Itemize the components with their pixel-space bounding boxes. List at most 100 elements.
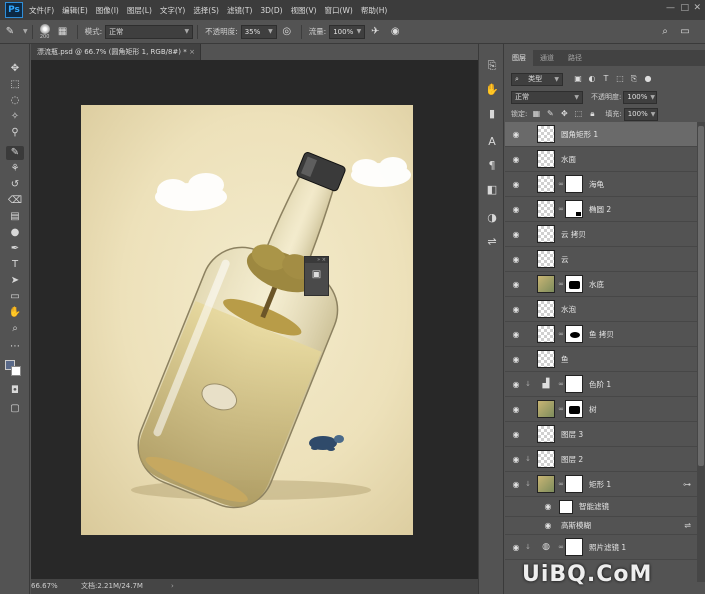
layer-mask-thumbnail[interactable] [565,200,583,218]
eye-icon[interactable]: ◉ [509,255,523,264]
layer-mask-thumbnail[interactable] [565,325,583,343]
background-color-swatch[interactable] [11,366,21,376]
document-tab[interactable]: 漂流瓶.psd @ 66.7% (圆角矩形 1, RGB/8#) * × [31,44,201,60]
tab-paths[interactable]: 路径 [561,50,589,66]
link-icon[interactable]: ∞ [557,480,565,488]
eye-icon[interactable]: ◉ [509,305,523,314]
zoom-tool-icon[interactable]: ⌕ [6,322,24,336]
history-icon[interactable]: ⎘ [484,58,500,74]
filter-shape-icon[interactable]: ⬚ [615,74,625,84]
eye-icon[interactable]: ◉ [509,380,523,389]
filter-mask-thumbnail[interactable] [559,499,573,514]
fill-field[interactable]: 100% ▼ [623,107,658,121]
layer-row[interactable]: ◉ ↓ ▟ ∞ 色阶 1 [505,372,697,397]
link-icon[interactable]: ∞ [557,280,565,288]
properties-icon[interactable]: ⇌ [484,234,500,250]
stamp-tool-icon[interactable]: ⚘ [6,162,24,176]
eye-icon[interactable]: ◉ [509,205,523,214]
brush-tool-icon[interactable]: ✎ [6,146,24,160]
filter-smart-icon[interactable]: ⎘ [629,74,639,84]
layer-mask-thumbnail[interactable] [565,475,583,493]
filter-type-icon[interactable]: T [601,74,611,84]
eye-icon[interactable]: ◉ [509,543,523,552]
lasso-tool-icon[interactable]: ◌ [6,94,24,108]
filter-toggle-icon[interactable]: ● [643,74,653,84]
link-icon[interactable]: ∞ [557,205,565,213]
eye-icon[interactable]: ◉ [509,180,523,189]
layer-comps-icon[interactable]: ◧ [484,182,500,198]
menu-filter[interactable]: 滤镜(T) [227,5,252,16]
brush-settings-icon[interactable]: ▮ [484,106,500,122]
marquee-tool-icon[interactable]: ⬚ [6,78,24,92]
dodge-tool-icon[interactable]: ● [6,226,24,240]
screen-mode-icon[interactable]: ▢ [6,402,24,416]
pressure-opacity-icon[interactable]: ◎ [280,25,294,39]
opacity-field[interactable]: 35% ▼ [240,24,277,39]
layer-row[interactable]: ◉ 高斯模糊 ⇌ [505,517,697,535]
airbrush-icon[interactable]: ✈ [368,25,382,39]
search-icon[interactable]: ⌕ [658,25,672,39]
eyedropper-icon[interactable]: ⚲ [6,126,24,140]
move-tool-icon[interactable]: ✥ [6,62,24,76]
tab-layers[interactable]: 图层 [505,50,533,66]
filter-adjustment-icon[interactable]: ◐ [587,74,597,84]
close-icon[interactable]: ✕ [693,3,701,13]
lock-position-icon[interactable]: ✥ [559,109,569,119]
quick-mask-icon[interactable]: ◘ [6,384,24,398]
brush-tool-icon[interactable]: ✎ [3,25,17,39]
menu-3d[interactable]: 3D(D) [260,6,282,15]
eye-icon[interactable]: ◉ [541,502,555,511]
link-icon[interactable]: ∞ [557,380,565,388]
filter-kind-select[interactable]: ⌕ 类型 ▼ [511,72,563,86]
layer-row[interactable]: ◉ 鱼 [505,347,697,372]
layer-mask-thumbnail[interactable] [565,275,583,293]
smart-object-icon[interactable]: ⊶ [683,480,691,489]
hand-tool-icon[interactable]: ✋ [6,306,24,320]
artboard[interactable] [81,105,413,535]
pressure-size-icon[interactable]: ◉ [388,25,402,39]
eye-icon[interactable]: ◉ [509,455,523,464]
adjustments-icon[interactable]: ◑ [484,210,500,226]
paragraph-icon[interactable]: ¶ [484,158,500,174]
eye-icon[interactable]: ◉ [509,480,523,489]
tab-channels[interactable]: 通道 [533,50,561,66]
eye-icon[interactable]: ◉ [509,230,523,239]
menu-help[interactable]: 帮助(H) [361,5,388,16]
layer-mask-thumbnail[interactable] [565,175,583,193]
layer-row[interactable]: ◉ 智能滤镜 [505,497,697,517]
layer-mask-thumbnail[interactable] [565,400,583,418]
eye-icon[interactable]: ◉ [509,155,523,164]
minimize-icon[interactable]: — [666,3,675,13]
layer-row[interactable]: ◉ ∞ 鱼 拷贝 [505,322,697,347]
collapse-icon[interactable]: » × [305,257,328,263]
layer-row[interactable]: ◉ ∞ 海龟 [505,172,697,197]
lock-artboard-icon[interactable]: ⬚ [573,109,583,119]
pen-tool-icon[interactable]: ✒ [6,242,24,256]
eye-icon[interactable]: ◉ [509,405,523,414]
eye-icon[interactable]: ◉ [509,330,523,339]
menu-view[interactable]: 视图(V) [291,5,317,16]
layer-row[interactable]: ◉ 图层 3 [505,422,697,447]
link-icon[interactable]: ∞ [557,405,565,413]
chevron-right-icon[interactable]: › [171,579,174,594]
eye-icon[interactable]: ◉ [509,130,523,139]
menu-type[interactable]: 文字(Y) [160,5,185,16]
menu-select[interactable]: 选择(S) [193,5,219,16]
layer-row[interactable]: ◉ 水泡 [505,297,697,322]
scrollbar-thumb[interactable] [698,126,704,466]
menu-window[interactable]: 窗口(W) [325,5,353,16]
layer-row[interactable]: ◉ ∞ 树 [505,397,697,422]
layer-blend-mode-select[interactable]: 正常 ▼ [511,90,583,104]
floating-mini-panel[interactable]: » × ▣ [304,256,329,296]
menu-edit[interactable]: 编辑(E) [62,5,88,16]
eye-icon[interactable]: ◉ [541,521,555,530]
menu-image[interactable]: 图像(I) [96,5,119,16]
brush-preset-picker[interactable]: 200 [39,23,50,40]
layer-mask-thumbnail[interactable] [565,538,583,556]
layer-opacity-field[interactable]: 100% ▼ [623,90,658,104]
eraser-icon[interactable]: ⌫ [6,194,24,208]
link-icon[interactable]: ∞ [557,180,565,188]
path-select-icon[interactable]: ➤ [6,274,24,288]
layer-row[interactable]: ◉ 云 [505,247,697,272]
filter-pixel-icon[interactable]: ▣ [573,74,583,84]
